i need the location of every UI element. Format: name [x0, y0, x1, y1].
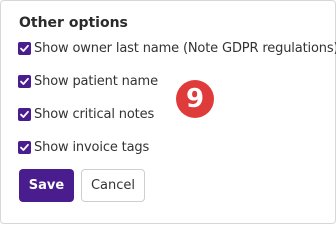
check-icon — [20, 143, 29, 151]
option-show-owner-last-name[interactable]: Show owner last name (Note GDPR regulati… — [18, 39, 336, 57]
checkbox-show-critical-notes[interactable] — [18, 107, 31, 121]
option-show-patient-name[interactable]: Show patient name — [18, 72, 158, 90]
check-icon — [20, 44, 29, 52]
option-show-invoice-tags[interactable]: Show invoice tags — [18, 138, 149, 156]
check-icon — [20, 110, 29, 118]
cancel-button[interactable]: Cancel — [81, 169, 145, 202]
options-panel: Other options Show owner last name (Note… — [0, 0, 336, 224]
option-label: Show invoice tags — [34, 139, 150, 155]
save-button[interactable]: Save — [19, 169, 74, 202]
option-label: Show patient name — [34, 73, 158, 89]
step-number-badge: 9 — [176, 80, 214, 118]
check-icon — [20, 77, 29, 85]
checkbox-show-owner-last-name[interactable] — [18, 41, 31, 55]
checkbox-show-invoice-tags[interactable] — [18, 140, 31, 154]
option-label: Show critical notes — [34, 106, 155, 122]
option-label: Show owner last name (Note GDPR regulati… — [34, 40, 336, 56]
checkbox-show-patient-name[interactable] — [18, 74, 31, 88]
section-title: Other options — [19, 15, 128, 31]
option-show-critical-notes[interactable]: Show critical notes — [18, 105, 154, 123]
